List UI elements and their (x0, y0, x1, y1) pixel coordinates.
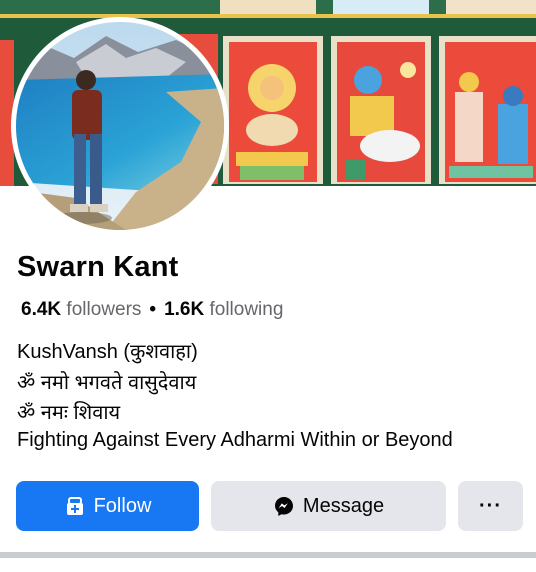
followers-count: 6.4K (21, 299, 62, 320)
bio-line-3: ॐ नमः शिवाय (17, 402, 121, 424)
follow-icon (64, 495, 86, 517)
following-link[interactable]: 1.6K following (164, 299, 283, 320)
profile-name: Swarn Kant (17, 251, 179, 283)
follow-label: Follow (93, 494, 152, 517)
follow-button[interactable]: Follow (16, 481, 199, 531)
avatar[interactable] (11, 17, 229, 235)
followers-label: followers (66, 299, 142, 320)
stats-separator: • (149, 299, 157, 320)
next-section (0, 558, 536, 572)
bio-line-2: ॐ नमो भगवते वासुदेवाय (17, 372, 197, 394)
message-label: Message (302, 494, 385, 517)
bio-line-4: Fighting Against Every Adharmi Within or… (17, 429, 453, 451)
bio-line-1: KushVansh (कुशवाहा) (17, 341, 198, 363)
message-button[interactable]: Message (211, 481, 446, 531)
follow-stats: 6.4K followers • 1.6K following (21, 299, 283, 321)
following-count: 1.6K (164, 299, 205, 320)
followers-link[interactable]: 6.4K followers (21, 299, 141, 320)
more-options-button[interactable]: ··· (458, 481, 523, 531)
messenger-icon (273, 495, 295, 517)
more-icon: ··· (479, 494, 502, 517)
following-label: following (209, 299, 284, 320)
